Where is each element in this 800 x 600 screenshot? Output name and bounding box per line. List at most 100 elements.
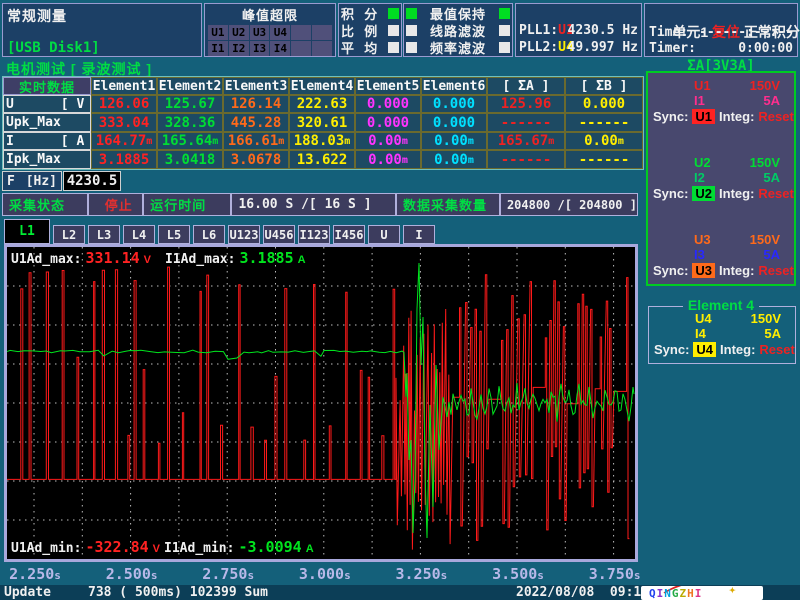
sync-label: Sync: [653,186,688,201]
integration-checkbox[interactable] [388,42,399,53]
table-cell: 125.67 [157,95,223,113]
table-cell: ------ [565,150,643,169]
filter-checkbox-right[interactable] [499,42,510,53]
peak-indicator-empty [291,41,311,56]
peak-indicator-row-i: I1I2I3I4 [208,41,332,56]
mode-title: 常规测量 [7,6,67,26]
e4-sync-source[interactable]: U4 [693,342,716,357]
table-cell: 0.00m [355,132,421,150]
filter-row: 线路滤波 [406,22,510,39]
i-range[interactable]: 5A [763,93,780,108]
table-cell: 125.96 [487,95,565,113]
waveform-traces [7,247,635,559]
table-cell: 3.0678 [223,150,289,169]
acq-count-label: 数据采集数量 [397,194,501,215]
wave-tab-l4[interactable]: L4 [123,225,155,244]
table-cell: ------ [565,113,643,132]
wave-tab-l6[interactable]: L6 [193,225,225,244]
peak-indicator-I4: I4 [270,41,290,56]
peak-indicator-I2: I2 [229,41,249,56]
table-cell: 0.000 [355,95,421,113]
peak-indicator-row-u: U1U2U3U4 [208,25,332,40]
waveform-channel-tabs: L1L2L3L4L5L6U123U456I123I456UI [4,219,438,244]
wave-tab-u123[interactable]: U123 [228,225,260,244]
e4-integ-reset[interactable]: Reset [759,342,794,357]
filter-label: 频率滤波 [417,38,499,57]
wave-tab-i[interactable]: I [403,225,435,244]
filter-checkbox-left[interactable] [406,42,417,53]
u-range[interactable]: 150V [750,232,780,247]
i-channel: I3 [694,247,705,262]
table-cell: 0.00m [565,132,643,150]
pll2-frequency: 49.997 Hz [568,40,638,55]
integration-row: 积 分 [341,5,399,22]
wave-tab-l1[interactable]: L1 [4,219,50,244]
table-cell: ------ [487,113,565,132]
integ-reset[interactable]: Reset [758,109,793,124]
waveform-plot: U1Ad_max:331.14V I1Ad_max:3.1885A U1Ad_m… [4,244,638,562]
u-channel: U2 [694,155,711,170]
filter-checkbox-right[interactable] [499,8,510,19]
wave-tab-l3[interactable]: L3 [88,225,120,244]
u-range[interactable]: 150V [750,155,780,170]
i-range[interactable]: 5A [763,170,780,185]
filter-checkbox-left[interactable] [406,8,417,19]
table-cell: 3.1885 [91,150,157,169]
table-cell: 333.04 [91,113,157,132]
wave-tab-l2[interactable]: L2 [53,225,85,244]
e4-u-range[interactable]: 150V [751,311,781,326]
time-tick: 3.250s [396,565,448,584]
channel-row: U3 150V [648,232,794,247]
wave-tab-u[interactable]: U [368,225,400,244]
u-channel: U1 [694,78,711,93]
channel-row: I3 5A [648,247,794,262]
channel-row: U2 150V [648,155,794,170]
peak-indicator-U4: U4 [270,25,290,40]
i-range[interactable]: 5A [763,247,780,262]
integrator-unit-panel: 单元1 复位 正常积分 Time: ------:--:-- Timer: 0:… [644,3,798,57]
frequency-unit: [Hz] [26,174,57,189]
i-min-value: -3.0094 [238,538,301,556]
i-channel: I2 [694,170,705,185]
pll-panel: PLL1:U1 4230.5 Hz PLL2:U4 49.997 Hz [515,3,642,57]
integration-mode-panel: 积 分比 例平 均 [338,3,402,57]
table-cell: 165.64m [157,132,223,150]
wave-tab-i456[interactable]: I456 [333,225,365,244]
table-cell: 164.77m [91,132,157,150]
table-col-header: Element2 [157,77,223,95]
e4-i-range[interactable]: 5A [764,326,781,341]
wave-tab-l5[interactable]: L5 [158,225,190,244]
sync-source[interactable]: U1 [692,109,715,124]
e4-sync-label: Sync: [654,342,689,357]
time-value: ------:--:-- [699,25,793,40]
pll1-frequency: 4230.5 Hz [568,23,638,38]
peak-indicator-empty [312,25,332,40]
time-tick: 2.500s [106,565,158,584]
peak-indicator-empty [312,41,332,56]
acquisition-status-bar: 采集状态 停止 运行时间 16.00 S /[ 16 S ] 数据采集数量 20… [2,193,638,216]
integration-checkbox[interactable] [388,25,399,36]
table-row-label: U [ V ] [3,95,91,113]
integration-checkbox[interactable] [388,8,399,19]
integ-reset[interactable]: Reset [758,263,793,278]
table-col-header: Element3 [223,77,289,95]
sync-source[interactable]: U3 [692,263,715,278]
integ-reset[interactable]: Reset [758,186,793,201]
sync-source[interactable]: U2 [692,186,715,201]
u-channel: U3 [694,232,711,247]
update-label: Update [4,585,51,600]
peak-over-limit-title: 峰值超限 [205,5,335,24]
u-range[interactable]: 150V [750,78,780,93]
table-cell: 0.00m [421,132,487,150]
filter-checkbox-left[interactable] [406,25,417,36]
filter-checkbox-right[interactable] [499,25,510,36]
i-max-unit: A [298,254,306,266]
wave-tab-u456[interactable]: U456 [263,225,295,244]
wave-tab-i123[interactable]: I123 [298,225,330,244]
table-row-label: I [ A ] [3,132,91,150]
sync-row: Sync:U3Integ:Reset [648,262,794,278]
table-cell: 188.03m [289,132,355,150]
power-analyzer-screen: 常规测量 [USB Disk1] 峰值超限 U1U2U3U4 I1I2I3I4 … [0,0,800,600]
table-corner: 实时数据 [3,77,91,95]
element4-title: Element 4 [644,297,798,313]
